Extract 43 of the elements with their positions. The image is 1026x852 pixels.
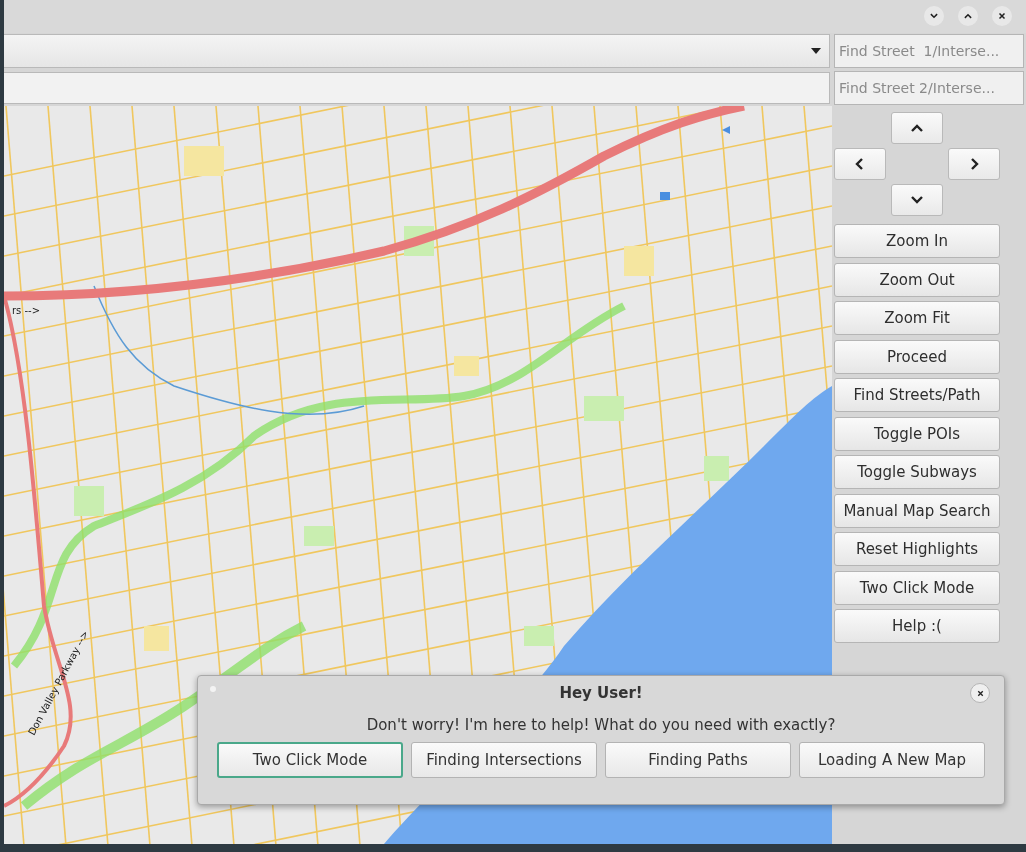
park-area bbox=[524, 626, 554, 646]
map-action-button[interactable]: Help :( bbox=[834, 609, 1000, 643]
text-field[interactable] bbox=[4, 71, 830, 104]
map-action-button[interactable]: Toggle Subways bbox=[834, 455, 1000, 489]
map-action-button[interactable]: Zoom Fit bbox=[834, 301, 1000, 335]
park-area bbox=[584, 396, 624, 421]
pan-right-button[interactable] bbox=[948, 148, 1000, 180]
park-area bbox=[184, 146, 224, 176]
map-action-button[interactable]: Zoom In bbox=[834, 224, 1000, 258]
dialog-message: Don't worry! I'm here to help! What do you need with exactly? bbox=[366, 715, 836, 736]
help-topic-button[interactable]: Finding Paths bbox=[605, 742, 791, 778]
close-button[interactable] bbox=[970, 683, 990, 703]
map-action-button[interactable]: Proceed bbox=[834, 339, 1000, 374]
pan-left-button[interactable] bbox=[834, 148, 886, 180]
park-area bbox=[704, 456, 729, 481]
help-topic-button[interactable]: Finding Intersections bbox=[411, 742, 597, 778]
map-action-button[interactable]: Two Click Mode bbox=[834, 570, 1000, 605]
map-action-button[interactable]: Manual Map Search bbox=[834, 493, 1000, 528]
dropdown-caret-icon bbox=[811, 48, 821, 55]
pan-up-button[interactable] bbox=[891, 112, 943, 144]
street-search-field[interactable]: Find Street 1/Interse... bbox=[834, 34, 1024, 69]
street-search-field[interactable]: Find Street 2/Interse... bbox=[834, 70, 1024, 105]
map-action-button[interactable]: Toggle POIs bbox=[834, 416, 1000, 451]
pan-down-button[interactable] bbox=[891, 184, 943, 216]
map-action-button[interactable]: Zoom Out bbox=[834, 262, 1000, 297]
map-dropdown[interactable] bbox=[4, 34, 830, 69]
close-icon bbox=[975, 688, 985, 698]
help-topic-button[interactable]: Loading A New Map bbox=[799, 742, 985, 778]
help-topic-button[interactable]: Two Click Mode bbox=[217, 742, 403, 778]
water-marker bbox=[660, 192, 670, 200]
park-area bbox=[74, 486, 104, 516]
map-action-button[interactable]: Reset Highlights bbox=[834, 532, 1000, 566]
maximize-button[interactable] bbox=[958, 6, 978, 27]
road-label: rs --> bbox=[12, 305, 41, 316]
close-icon bbox=[997, 11, 1007, 22]
minimize-button[interactable] bbox=[924, 6, 944, 27]
map-action-button[interactable]: Find Streets/Path bbox=[834, 378, 1000, 412]
water-marker bbox=[722, 126, 730, 134]
park-area bbox=[454, 356, 479, 376]
park-area bbox=[624, 246, 654, 276]
dialog-title: Hey User! bbox=[559, 684, 643, 704]
park-area bbox=[304, 526, 334, 546]
park-area bbox=[144, 626, 169, 651]
